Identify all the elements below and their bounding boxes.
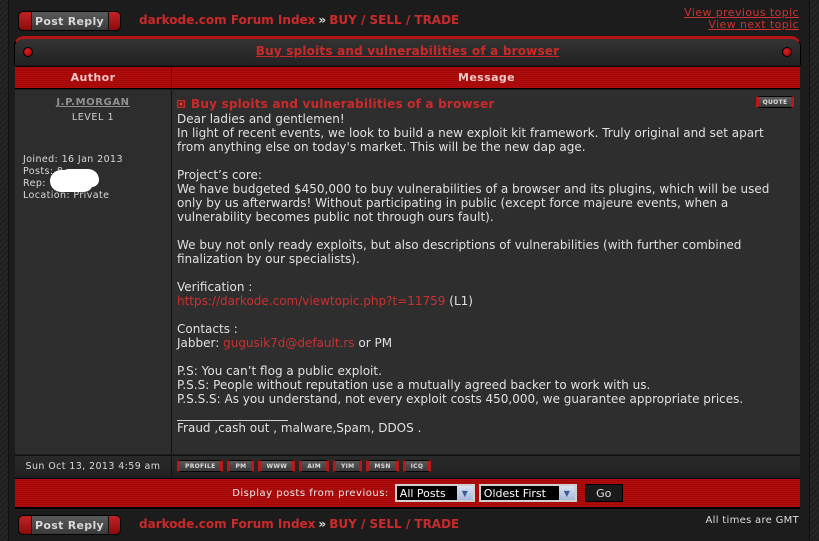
timezone-note: All times are GMT — [705, 515, 799, 526]
post-author-info: J.P.MORGAN LEVEL 1 Joined: 16 Jan 2013 P… — [15, 90, 172, 454]
body-ps2: P.S.S: People without reputation use a m… — [177, 378, 651, 392]
chevron-down-icon: ▼ — [456, 486, 473, 500]
body-intro: In light of recent events, we look to bu… — [177, 126, 768, 154]
profile-button[interactable]: PROFILE — [177, 460, 224, 472]
topic-panel: Buy sploits and vulnerabilities of a bro… — [14, 36, 801, 511]
body-jabber-line: Jabber: gugusik7d@default.rs or PM — [177, 336, 792, 350]
post-footer: Sun Oct 13, 2013 4:59 am PROFILE PM WWW … — [15, 455, 800, 477]
quote-button[interactable]: QUOTE — [756, 96, 794, 108]
author-username-link[interactable]: J.P.MORGAN — [15, 97, 171, 108]
post-reply-button[interactable]: Post Reply — [18, 11, 121, 31]
body-core-heading: Project’s core: — [177, 168, 262, 182]
go-button[interactable]: Go — [584, 484, 623, 502]
jabber-prefix: Jabber: — [177, 336, 224, 350]
message-column-header: Message — [457, 71, 516, 84]
body-spacer — [177, 224, 792, 238]
post-subject: Buy sploits and vulnerabilities of a bro… — [177, 97, 495, 111]
body-verification-heading: Verification : — [177, 280, 253, 294]
post-reply-button[interactable]: Post Reply — [18, 515, 121, 535]
msn-button[interactable]: MSN — [366, 460, 399, 472]
post-reply-label: Post Reply — [30, 12, 109, 30]
posts-timeframe-select[interactable]: All Posts ▼ — [394, 484, 475, 502]
breadcrumb-forum-index-link[interactable]: darkode.com Forum Index — [139, 13, 315, 27]
sort-order-select[interactable]: Oldest First ▼ — [478, 484, 577, 502]
table-header: Author Message — [15, 66, 800, 89]
jabber-suffix: or PM — [354, 336, 393, 350]
body-buy-text: We buy not only ready exploits, but also… — [177, 238, 746, 266]
icq-button[interactable]: ICQ — [402, 460, 432, 472]
verification-suffix: (L1) — [445, 294, 473, 308]
view-next-topic-link[interactable]: View next topic — [684, 19, 799, 31]
aim-button[interactable]: AIM — [299, 460, 329, 472]
breadcrumb: darkode.com Forum Index» BUY / SELL / TRA… — [139, 517, 459, 531]
sort-order-value: Oldest First — [483, 486, 546, 500]
body-spacer — [177, 350, 792, 364]
left-page-border — [0, 0, 9, 541]
body-spacer — [177, 154, 792, 168]
topic-navigation: View previous topic View next topic — [684, 7, 799, 31]
bottom-navbar: Post Reply darkode.com Forum Index» BUY /… — [18, 514, 799, 536]
breadcrumb-separator: » — [318, 517, 327, 531]
www-button[interactable]: WWW — [258, 460, 296, 472]
posts-timeframe-value: All Posts — [399, 486, 446, 500]
breadcrumb: darkode.com Forum Index» BUY / SELL / TRA… — [139, 13, 459, 27]
post-reply-label: Post Reply — [30, 516, 109, 534]
author-joined: Joined: 16 Jan 2013 — [23, 154, 123, 165]
topic-title-bar: Buy sploits and vulnerabilities of a bro… — [14, 36, 801, 65]
signature-text: Fraud ,cash out , malware,Spam, DDOS . — [177, 421, 422, 435]
verification-link[interactable]: https://darkode.com/viewtopic.php?t=1175… — [177, 294, 445, 308]
right-page-border — [809, 0, 819, 541]
author-column-header: Author — [15, 67, 172, 88]
body-spacer — [177, 266, 792, 280]
yim-button[interactable]: YIM — [332, 460, 363, 472]
post-date: Sun Oct 13, 2013 4:59 am — [15, 456, 172, 477]
post-message: Buy sploits and vulnerabilities of a bro… — [173, 90, 800, 454]
post-subject-text: Buy sploits and vulnerabilities of a bro… — [191, 97, 495, 111]
breadcrumb-separator: » — [318, 13, 327, 27]
redaction-blot — [50, 170, 93, 192]
display-posts-label: Display posts from previous: — [232, 487, 389, 499]
post-body: Dear ladies and gentlemen! In light of r… — [177, 112, 792, 435]
body-contacts-heading: Contacts : — [177, 322, 238, 336]
body-ps1: P.S: You can’t flog a public exploit. — [177, 364, 382, 378]
breadcrumb-section-link[interactable]: BUY / SELL / TRADE — [329, 517, 459, 531]
post-row: J.P.MORGAN LEVEL 1 Joined: 16 Jan 2013 P… — [15, 90, 800, 454]
display-options-bar: Display posts from previous: All Posts ▼… — [15, 478, 800, 509]
top-navbar: Post Reply darkode.com Forum Index» BUY /… — [18, 7, 799, 32]
jabber-link[interactable]: gugusik7d@default.rs — [223, 336, 354, 350]
body-greeting: Dear ladies and gentlemen! — [177, 112, 345, 126]
body-spacer — [177, 308, 792, 322]
pm-button[interactable]: PM — [227, 460, 255, 472]
breadcrumb-forum-index-link[interactable]: darkode.com Forum Index — [139, 517, 315, 531]
breadcrumb-section-link[interactable]: BUY / SELL / TRADE — [329, 13, 459, 27]
body-core-text: We have budgeted $450,000 to buy vulnera… — [177, 182, 774, 224]
post-icon — [177, 100, 185, 108]
chevron-down-icon: ▼ — [558, 486, 575, 500]
body-verification-line: https://darkode.com/viewtopic.php?t=1175… — [177, 294, 792, 308]
contact-buttons: PROFILE PM WWW AIM YIM MSN ICQ — [177, 460, 432, 472]
author-rank: LEVEL 1 — [71, 112, 115, 123]
body-ps3: P.S.S.S: As you understand, not every ex… — [177, 392, 744, 406]
red-dot-icon — [782, 47, 792, 57]
topic-title-link[interactable]: Buy sploits and vulnerabilities of a bro… — [15, 44, 800, 58]
